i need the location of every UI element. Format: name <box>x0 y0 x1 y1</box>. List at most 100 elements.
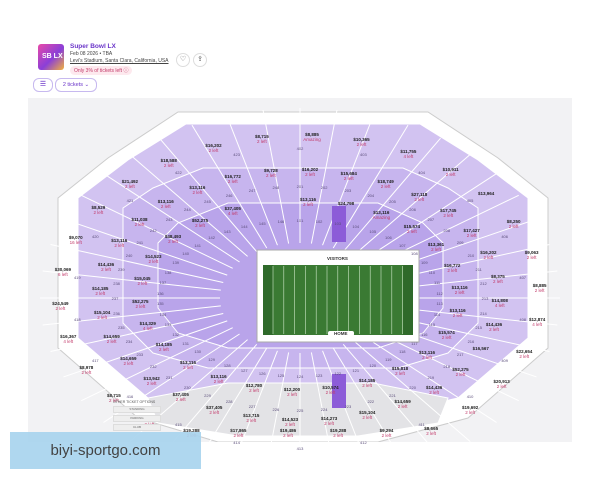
price-tag[interactable]: $16,202 2 left <box>480 250 496 260</box>
section-number[interactable]: 239 <box>118 267 125 272</box>
section-number[interactable]: 222 <box>367 399 374 404</box>
section-number[interactable]: 209 <box>457 240 464 245</box>
price-tag[interactable]: $13,715 2 left <box>243 413 259 423</box>
section-number[interactable]: 403 <box>360 152 367 157</box>
section-number[interactable]: 207 <box>427 217 434 222</box>
price-tag[interactable]: $37,405 4 left <box>225 206 241 216</box>
section-number[interactable]: 132 <box>172 332 179 337</box>
section-number[interactable]: 111 <box>434 280 440 285</box>
price-tag[interactable]: $14,659 2 left <box>103 334 119 344</box>
section-number[interactable]: 201 <box>297 184 304 189</box>
section-number[interactable]: 240 <box>126 253 133 258</box>
price-tag[interactable]: $13,116 2 left <box>452 285 468 295</box>
section-number[interactable]: 144 <box>241 224 248 229</box>
section-number[interactable]: 231 <box>166 375 173 380</box>
section-number[interactable]: 136 <box>157 291 164 296</box>
price-tag[interactable]: $15,104 2 left <box>359 410 375 420</box>
section-number[interactable]: 414 <box>233 440 240 445</box>
price-tag[interactable]: $15,574 2 left <box>404 224 420 234</box>
section-number[interactable]: 103 <box>334 221 341 226</box>
price-tag[interactable]: $14,523 2 left <box>282 417 298 427</box>
section-number[interactable]: 217 <box>457 352 464 357</box>
section-number[interactable]: 128 <box>224 363 231 368</box>
filter-button[interactable]: ☰ <box>33 78 53 92</box>
section-number[interactable]: 409 <box>501 358 508 363</box>
section-number[interactable]: 114 <box>434 312 440 317</box>
price-tag[interactable]: $13,361 2 left <box>428 242 444 252</box>
price-tag[interactable]: $10,574 2 left <box>322 385 338 395</box>
section-number[interactable]: 248 <box>273 185 280 190</box>
price-tag[interactable]: $16,772 2 left <box>444 263 460 273</box>
price-tag[interactable]: $13,116 2 left <box>419 350 435 360</box>
price-tag[interactable]: $11,038 2 left <box>131 217 147 227</box>
price-tag[interactable]: $52,275 2 left <box>452 367 468 377</box>
price-tag[interactable]: $14,185 2 left <box>92 286 108 296</box>
section-number[interactable]: 228 <box>226 399 233 404</box>
section-number[interactable]: 117 <box>411 341 417 346</box>
price-tag[interactable]: $13,942 2 left <box>144 376 160 386</box>
section-number[interactable]: 229 <box>204 393 211 398</box>
section-number[interactable]: 419 <box>74 275 81 280</box>
event-venue-link[interactable]: Levi's Stadium, Santa Clara, California,… <box>70 58 169 64</box>
section-number[interactable]: 112 <box>436 291 442 296</box>
section-number[interactable]: 208 <box>443 228 450 233</box>
price-tag[interactable]: $14,808 4 left <box>492 298 508 308</box>
section-number[interactable]: 236 <box>113 311 120 316</box>
section-number[interactable]: 415 <box>175 422 182 427</box>
price-tag[interactable]: $16,772 2 left <box>225 174 241 184</box>
price-tag[interactable]: $14,659 2 left <box>395 399 411 409</box>
price-tag[interactable]: $48,493 2 left <box>165 234 181 244</box>
section-number[interactable]: 202 <box>321 185 328 190</box>
section-number[interactable]: 145 <box>259 221 266 226</box>
price-tag[interactable]: $15,684 2 left <box>341 171 357 181</box>
price-tag[interactable]: $8,715 2 left <box>255 134 269 144</box>
section-number[interactable]: 146 <box>278 219 285 224</box>
section-number[interactable]: 214 <box>480 311 487 316</box>
price-tag[interactable]: $13,116 2 left <box>189 185 205 195</box>
section-number[interactable]: 125 <box>278 373 285 378</box>
section-number[interactable]: 109 <box>421 260 428 265</box>
price-tag[interactable]: $8,978 2 left <box>80 365 94 375</box>
price-tag[interactable]: $14,659 2 left <box>120 356 136 366</box>
price-tag[interactable]: $14,436 2 left <box>486 322 502 332</box>
price-tag[interactable]: $14,329 4 left <box>140 321 156 331</box>
price-tag[interactable]: $16,567 <box>473 346 489 351</box>
section-number[interactable]: 101 <box>297 218 304 223</box>
price-tag[interactable]: $21,492 2 left <box>122 179 138 189</box>
price-tag[interactable]: $15,045 2 left <box>134 276 150 286</box>
section-number[interactable]: 233 <box>136 352 143 357</box>
price-tag[interactable]: $19,692 2 left <box>462 405 478 415</box>
price-tag[interactable]: $13,116 2 left <box>111 238 127 248</box>
price-tag[interactable]: $16,202 2 left <box>205 143 221 153</box>
section-number[interactable]: 410 <box>467 394 474 399</box>
price-tag[interactable]: $14,436 2 left <box>426 385 442 395</box>
price-tag[interactable]: $18,749 2 left <box>378 179 394 189</box>
section-number[interactable]: 226 <box>273 407 280 412</box>
section-number[interactable]: 221 <box>389 393 396 398</box>
ticket-quantity-dropdown[interactable]: 2 tickets ⌄ <box>55 78 97 92</box>
section-number[interactable]: 237 <box>112 296 119 301</box>
section-number[interactable]: 215 <box>475 325 482 330</box>
section-number[interactable]: 225 <box>297 408 304 413</box>
price-tag[interactable]: $13,116 2 left <box>180 360 196 370</box>
section-number[interactable]: 224 <box>321 407 328 412</box>
price-tag[interactable]: $19,486 2 left <box>280 428 296 438</box>
favorite-icon[interactable]: ♡ <box>176 53 190 67</box>
price-tag[interactable]: $13,116 2 left <box>211 374 227 384</box>
price-tag[interactable]: $18,588 2 left <box>161 158 177 168</box>
section-number[interactable]: 245 <box>204 199 211 204</box>
section-number[interactable]: 205 <box>389 199 396 204</box>
section-number[interactable]: 212 <box>480 281 487 286</box>
section-number[interactable]: 134 <box>160 312 167 317</box>
section-number[interactable]: 102 <box>316 219 323 224</box>
price-tag[interactable]: $14,436 2 left <box>98 262 114 272</box>
section-number[interactable]: 220 <box>409 385 416 390</box>
price-tag[interactable]: $8,885 Amazing <box>303 132 321 142</box>
section-number[interactable]: 141 <box>194 243 201 248</box>
section-number[interactable]: 247 <box>249 188 256 193</box>
section-number[interactable]: 213 <box>482 296 489 301</box>
price-tag[interactable]: $9,063 2 left <box>525 250 539 260</box>
price-tag[interactable]: $17,745 2 left <box>440 208 456 218</box>
section-number[interactable]: 131 <box>182 341 189 346</box>
section-number[interactable]: 107 <box>399 243 406 248</box>
